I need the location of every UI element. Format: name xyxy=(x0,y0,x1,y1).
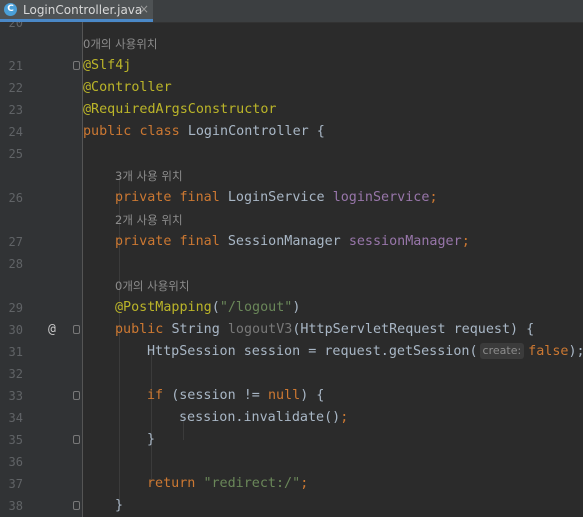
line-number: 38 xyxy=(8,499,23,513)
session-statement: HttpSession session = request.getSession… xyxy=(147,343,583,359)
code-line: 36 xyxy=(0,451,583,473)
editor-tab-bar: C LoginController.java × xyxy=(0,0,583,23)
tab-filename: LoginController.java xyxy=(23,3,143,17)
close-icon[interactable]: × xyxy=(139,2,149,16)
code-line: 21 @Slf4j xyxy=(0,55,583,77)
line-number: 30 xyxy=(8,323,23,337)
line-number: 28 xyxy=(8,257,23,271)
usage-hint-row: 2개 사용 위치 xyxy=(0,209,583,231)
post-mapping-annotation: @PostMapping("/logout") xyxy=(115,300,301,315)
invalidate-statement: session.invalidate(); xyxy=(179,410,349,425)
line-number: 23 xyxy=(8,103,23,117)
fold-icon[interactable] xyxy=(73,435,80,444)
if-close-brace: } xyxy=(147,432,156,447)
line-number: 29 xyxy=(8,301,23,315)
line-number: 27 xyxy=(8,235,23,249)
tab-login-controller[interactable]: C LoginController.java × xyxy=(0,0,153,22)
fold-icon[interactable] xyxy=(73,501,80,510)
code-line: 25 xyxy=(0,143,583,165)
code-line: 37 return "redirect:/"; xyxy=(0,473,583,495)
login-service-field: private final LoginService loginService; xyxy=(115,190,438,205)
line-number: 34 xyxy=(8,411,23,425)
if-statement: if (session != null) { xyxy=(147,388,325,403)
code-line: 38 } xyxy=(0,495,583,517)
class-declaration: public class LoginController { xyxy=(83,124,325,139)
usage-hint-row: 0개의 사용위치 xyxy=(0,33,583,55)
line-number: 25 xyxy=(8,147,23,161)
line-number: 32 xyxy=(8,367,23,381)
usage-hint[interactable]: 0개의 사용위치 xyxy=(83,33,157,55)
fold-icon[interactable] xyxy=(73,325,80,334)
line-number: 22 xyxy=(8,81,23,95)
return-statement: return "redirect:/"; xyxy=(147,476,309,491)
code-line: 28 xyxy=(0,253,583,275)
code-line: 24 public class LoginController { xyxy=(0,121,583,143)
code-line: 26 private final LoginService loginServi… xyxy=(0,187,583,209)
code-editor[interactable]: 20 0개의 사용위치 21 @Slf4j 22 @Controller 23 … xyxy=(0,22,583,517)
line-number: 26 xyxy=(8,191,23,205)
usage-hint[interactable]: 0개의 사용위치 xyxy=(115,275,189,297)
code-line: 32 xyxy=(0,363,583,385)
usage-hint[interactable]: 2개 사용 위치 xyxy=(115,209,183,231)
code-line: 22 @Controller xyxy=(0,77,583,99)
method-close-brace: } xyxy=(115,498,124,513)
code-line: 30 @ public String logoutV3(HttpServletR… xyxy=(0,319,583,341)
code-line: 35 } xyxy=(0,429,583,451)
session-manager-field: private final SessionManager sessionMana… xyxy=(115,234,470,249)
usage-hint[interactable]: 3개 사용 위치 xyxy=(115,165,183,187)
annotation-slf4j: @Slf4j xyxy=(83,58,132,73)
line-number: 35 xyxy=(8,433,23,447)
line-number: 37 xyxy=(8,477,23,491)
parameter-hint: create: xyxy=(479,343,525,359)
code-line: 29 @PostMapping("/logout") xyxy=(0,297,583,319)
line-number: 33 xyxy=(8,389,23,403)
line-number: 31 xyxy=(8,345,23,359)
fold-icon[interactable] xyxy=(73,61,80,70)
java-class-icon: C xyxy=(4,3,17,16)
code-line: 34 session.invalidate(); xyxy=(0,407,583,429)
annotation-required-args: @RequiredArgsConstructor xyxy=(83,102,277,117)
code-line: 23 @RequiredArgsConstructor xyxy=(0,99,583,121)
usage-hint-row: 3개 사용 위치 xyxy=(0,165,583,187)
line-number: 36 xyxy=(8,455,23,469)
request-mapping-gutter-icon[interactable]: @ xyxy=(48,319,56,341)
code-line: 27 private final SessionManager sessionM… xyxy=(0,231,583,253)
fold-icon[interactable] xyxy=(73,391,80,400)
method-declaration: public String logoutV3(HttpServletReques… xyxy=(115,322,535,337)
code-line: 31 HttpSession session = request.getSess… xyxy=(0,341,583,363)
annotation-controller: @Controller xyxy=(83,80,172,95)
line-number: 21 xyxy=(8,59,23,73)
line-number: 24 xyxy=(8,125,23,139)
usage-hint-row: 0개의 사용위치 xyxy=(0,275,583,297)
code-line: 33 if (session != null) { xyxy=(0,385,583,407)
